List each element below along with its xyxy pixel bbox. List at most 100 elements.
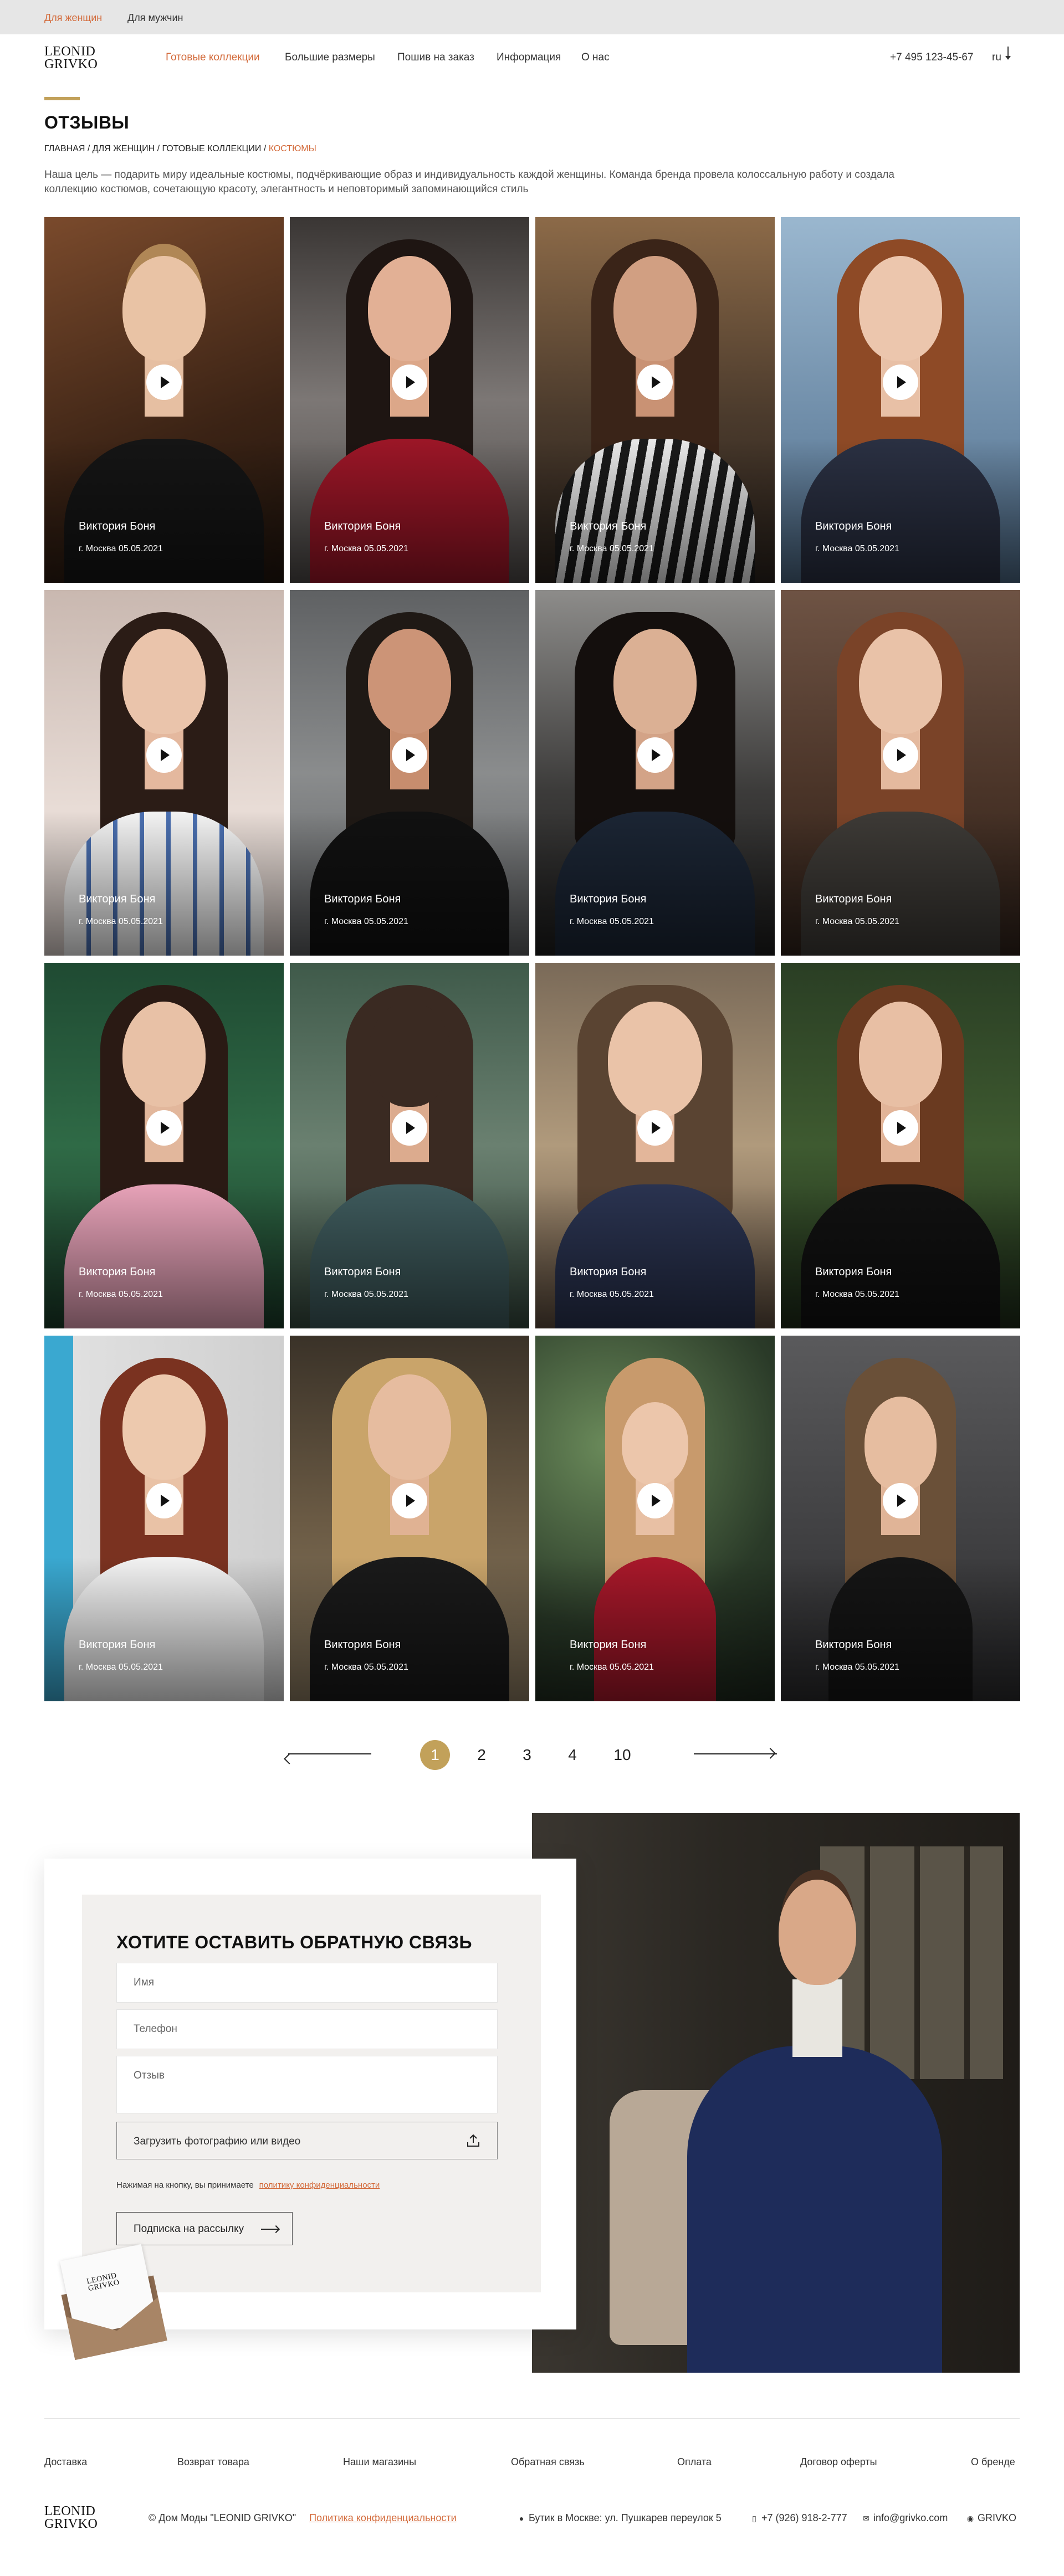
review-card[interactable]: Виктория Боня г. Москва 05.05.2021: [781, 963, 1020, 1328]
arrow-down-icon[interactable]: [1005, 47, 1011, 60]
play-icon[interactable]: [146, 365, 182, 400]
review-card[interactable]: Виктория Боня г. Москва 05.05.2021: [781, 590, 1020, 956]
play-icon[interactable]: [883, 1110, 918, 1146]
review-meta: г. Москва 05.05.2021: [570, 544, 654, 553]
upload-button[interactable]: Загрузить фотографию или видео: [116, 2122, 498, 2159]
footer-divider: [44, 2418, 1020, 2419]
review-meta: г. Москва 05.05.2021: [79, 1662, 163, 1672]
tab-men[interactable]: Для мужчин: [127, 12, 183, 24]
tab-women[interactable]: Для женщин: [44, 12, 102, 24]
phone-text: +7 (926) 918-2-777: [761, 2512, 847, 2523]
breadcrumb-women[interactable]: ДЛЯ ЖЕНЩИН: [93, 144, 155, 153]
footer-email[interactable]: ✉ info@grivko.com: [862, 2512, 948, 2524]
review-card[interactable]: Виктория Боня г. Москва 05.05.2021: [781, 217, 1020, 583]
prev-page-arrow-icon[interactable]: [288, 1753, 371, 1754]
footer-address[interactable]: ● Бутик в Москве: ул. Пушкарев переулок 5: [518, 2512, 722, 2524]
review-author: Виктория Боня: [570, 520, 647, 532]
feedback-title: ХОТИТЕ ОСТАВИТЬ ОБРАТНУЮ СВЯЗЬ: [116, 1932, 472, 1952]
page-2[interactable]: 2: [467, 1740, 497, 1770]
review-card[interactable]: Виктория Боня г. Москва 05.05.2021: [290, 217, 529, 583]
review-card[interactable]: Виктория Боня г. Москва 05.05.2021: [290, 963, 529, 1328]
brand-logo[interactable]: LEONID GRIVKO: [44, 45, 98, 71]
review-meta: г. Москва 05.05.2021: [324, 1290, 408, 1299]
footer-brand-social[interactable]: ◉ GRIVKO: [966, 2512, 1016, 2524]
review-card[interactable]: Виктория Боня г. Москва 05.05.2021: [535, 590, 775, 956]
play-icon[interactable]: [392, 365, 427, 400]
play-icon[interactable]: [883, 365, 918, 400]
phone-placeholder: Телефон: [134, 2023, 177, 2035]
footer-link-about-brand[interactable]: О бренде: [971, 2456, 1015, 2468]
footer-link-payment[interactable]: Оплата: [677, 2456, 712, 2468]
intro-text: Наша цель — подарить миру идеальные кост…: [44, 169, 894, 195]
breadcrumb-collections[interactable]: ГОТОВЫЕ КОЛЛЕКЦИИ: [162, 144, 261, 153]
play-icon[interactable]: [392, 1110, 427, 1146]
review-author: Виктория Боня: [570, 893, 647, 905]
breadcrumb: ГЛАВНАЯ / ДЛЯ ЖЕНЩИН / ГОТОВЫЕ КОЛЛЕКЦИИ…: [44, 144, 316, 154]
header-phone[interactable]: +7 495 123-45-67: [890, 52, 974, 64]
page-1[interactable]: 1: [420, 1740, 450, 1770]
footer-logo[interactable]: LEONID GRIVKO: [44, 2505, 98, 2531]
play-icon[interactable]: [883, 737, 918, 773]
review-card[interactable]: Виктория Боня г. Москва 05.05.2021: [535, 217, 775, 583]
page-4[interactable]: 4: [557, 1740, 587, 1770]
consent-text: Нажимая на кнопку, вы принимаете: [116, 2180, 254, 2190]
privacy-policy-link[interactable]: политику конфиденциальности: [259, 2180, 380, 2190]
page-title: ОТЗЫВЫ: [44, 112, 130, 132]
review-meta: г. Москва 05.05.2021: [79, 1290, 163, 1299]
nav-tailoring[interactable]: Пошив на заказ: [397, 52, 474, 64]
play-icon[interactable]: [637, 1110, 673, 1146]
mail-icon: ✉: [863, 2514, 869, 2523]
next-page-arrow-icon[interactable]: [694, 1753, 777, 1754]
breadcrumb-home[interactable]: ГЛАВНАЯ: [44, 144, 85, 153]
review-card[interactable]: Виктория Боня г. Москва 05.05.2021: [781, 1336, 1020, 1701]
language-switch[interactable]: ru: [992, 52, 1001, 64]
footer-link-feedback[interactable]: Обратная связь: [511, 2456, 585, 2468]
play-icon[interactable]: [637, 737, 673, 773]
nav-ready-collections[interactable]: Готовые коллекции: [166, 52, 260, 64]
mobile-phone-icon: ▯: [752, 2514, 756, 2523]
email-text: info@grivko.com: [873, 2512, 948, 2523]
play-icon[interactable]: [146, 1110, 182, 1146]
nav-plus-sizes[interactable]: Большие размеры: [285, 52, 375, 64]
review-author: Виктория Боня: [324, 893, 401, 905]
nav-info[interactable]: Информация: [497, 52, 561, 64]
play-icon[interactable]: [392, 1483, 427, 1518]
logo-line-1: LEONID: [44, 44, 96, 59]
review-card[interactable]: Виктория Боня г. Москва 05.05.2021: [44, 963, 284, 1328]
footer-link-stores[interactable]: Наши магазины: [343, 2456, 416, 2468]
review-card[interactable]: Виктория Боня г. Москва 05.05.2021: [290, 1336, 529, 1701]
footer-privacy-link[interactable]: Политика конфиденциальности: [309, 2512, 457, 2523]
breadcrumb-current: КОСТЮМЫ: [268, 144, 316, 153]
play-icon[interactable]: [146, 1483, 182, 1518]
address-text: Бутик в Москве: ул. Пушкарев переулок 5: [529, 2512, 722, 2523]
feedback-photo: [532, 1813, 1020, 2373]
footer-link-returns[interactable]: Возврат товара: [177, 2456, 249, 2468]
review-card[interactable]: Виктория Боня г. Москва 05.05.2021: [290, 590, 529, 956]
review-textarea[interactable]: Отзыв: [116, 2056, 498, 2113]
footer-phone[interactable]: ▯ +7 (926) 918-2-777: [750, 2512, 847, 2524]
review-meta: г. Москва 05.05.2021: [324, 544, 408, 553]
footer-link-offer[interactable]: Договор оферты: [800, 2456, 877, 2468]
page-3[interactable]: 3: [512, 1740, 542, 1770]
review-author: Виктория Боня: [324, 1639, 401, 1651]
review-card[interactable]: Виктория Боня г. Москва 05.05.2021: [535, 963, 775, 1328]
footer-link-delivery[interactable]: Доставка: [44, 2456, 87, 2468]
play-icon[interactable]: [637, 1483, 673, 1518]
location-pin-icon: ●: [519, 2514, 524, 2523]
nav-about[interactable]: О нас: [581, 52, 610, 64]
review-card[interactable]: Виктория Боня г. Москва 05.05.2021: [44, 217, 284, 583]
review-card[interactable]: Виктория Боня г. Москва 05.05.2021: [44, 1336, 284, 1701]
review-author: Виктория Боня: [324, 1266, 401, 1278]
review-author: Виктория Боня: [324, 520, 401, 532]
play-icon[interactable]: [637, 365, 673, 400]
review-card[interactable]: Виктория Боня г. Москва 05.05.2021: [44, 590, 284, 956]
review-card[interactable]: Виктория Боня г. Москва 05.05.2021: [535, 1336, 775, 1701]
name-field[interactable]: Имя: [116, 1963, 498, 2003]
breadcrumb-separator: /: [155, 144, 162, 153]
play-icon[interactable]: [392, 737, 427, 773]
play-icon[interactable]: [883, 1483, 918, 1518]
play-icon[interactable]: [146, 737, 182, 773]
review-meta: г. Москва 05.05.2021: [815, 544, 899, 553]
phone-field[interactable]: Телефон: [116, 2009, 498, 2049]
page-10[interactable]: 10: [607, 1740, 637, 1770]
